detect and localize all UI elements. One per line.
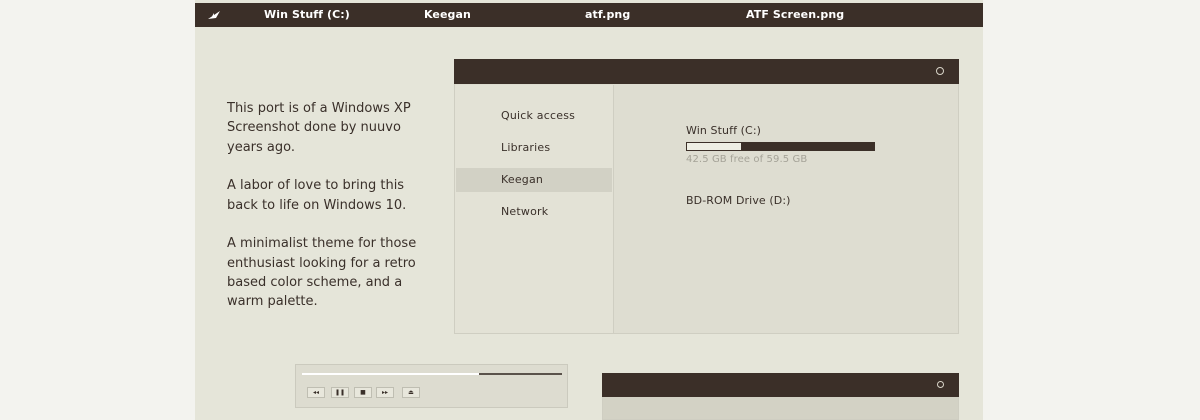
secondary-titlebar[interactable] — [602, 373, 959, 397]
intro-paragraph: A minimalist theme for those enthusiast … — [227, 236, 417, 310]
seek-progress — [302, 373, 479, 375]
nav-item-keegan[interactable]: Keegan — [456, 168, 612, 192]
media-player: ◂◂ ❚❚ ■ ▸▸ ⏏ — [295, 364, 568, 408]
drive-d-label[interactable]: BD-ROM Drive (D:) — [686, 194, 791, 207]
drive-c-free-fill — [687, 143, 742, 150]
task-button-atf-screen[interactable]: ATF Screen.png — [746, 8, 844, 21]
seek-bar[interactable] — [302, 373, 562, 375]
bird-start-icon[interactable] — [207, 8, 221, 22]
task-button-keegan[interactable]: Keegan — [424, 8, 471, 21]
next-icon[interactable]: ▸▸ — [376, 387, 394, 398]
eject-icon[interactable]: ⏏ — [402, 387, 420, 398]
nav-item-quick-access[interactable]: Quick access — [456, 104, 612, 128]
drive-c-label[interactable]: Win Stuff (C:) — [686, 124, 761, 137]
nav-item-network[interactable]: Network — [456, 200, 612, 224]
drive-c-usage-bar — [686, 142, 875, 151]
stop-icon[interactable]: ■ — [354, 387, 372, 398]
prev-icon[interactable]: ◂◂ — [307, 387, 325, 398]
close-icon[interactable] — [937, 381, 944, 388]
intro-paragraph: This port is of a Windows XP Screenshot … — [227, 101, 411, 155]
intro-paragraph: A labor of love to bring this back to li… — [227, 178, 407, 213]
task-button-atf-png[interactable]: atf.png — [585, 8, 630, 21]
navigation-pane: Quick access Libraries Keegan Network — [455, 85, 614, 333]
drive-c-free-text: 42.5 GB free of 59.5 GB — [686, 154, 808, 165]
intro-text: This port is of a Windows XP Screenshot … — [227, 99, 427, 331]
explorer-window: Quick access Libraries Keegan Network Wi… — [454, 59, 959, 334]
nav-item-libraries[interactable]: Libraries — [456, 136, 612, 160]
secondary-window — [602, 373, 959, 420]
task-button-win-stuff[interactable]: Win Stuff (C:) — [264, 8, 350, 21]
pause-icon[interactable]: ❚❚ — [331, 387, 349, 398]
taskbar: Win Stuff (C:) Keegan atf.png ATF Screen… — [195, 3, 983, 27]
explorer-titlebar[interactable] — [454, 59, 959, 84]
close-icon[interactable] — [936, 67, 944, 75]
